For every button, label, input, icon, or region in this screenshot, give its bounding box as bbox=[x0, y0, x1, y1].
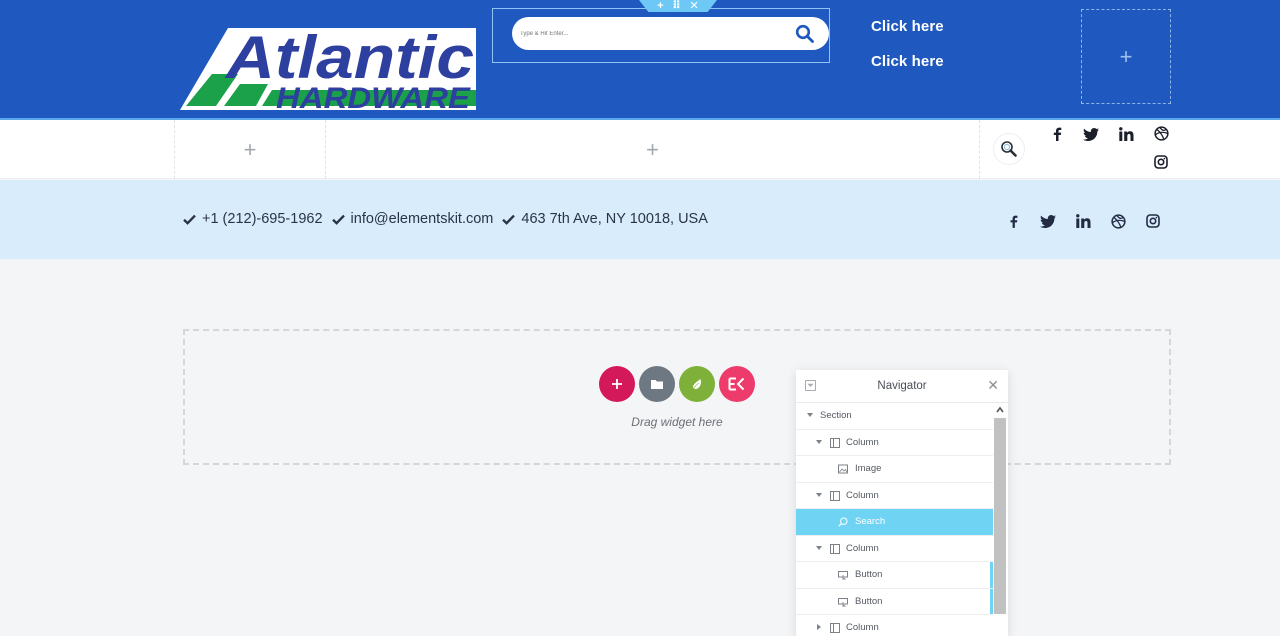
search-icon bbox=[1001, 141, 1017, 157]
facebook-icon[interactable] bbox=[1047, 124, 1067, 144]
navigator-item-column[interactable]: Column bbox=[796, 536, 993, 562]
header-search-box bbox=[512, 17, 829, 50]
close-icon[interactable]: ✕ bbox=[689, 0, 698, 12]
column-icon bbox=[830, 543, 840, 554]
contact-address: 463 7th Ave, NY 10018, USA bbox=[502, 211, 708, 227]
button-icon bbox=[838, 597, 848, 607]
header-link-1[interactable]: Click here bbox=[871, 18, 944, 35]
navigator-item-column[interactable]: Column bbox=[796, 615, 993, 636]
empty-column-placeholder[interactable]: + bbox=[325, 120, 980, 179]
plus-icon[interactable]: + bbox=[646, 138, 659, 161]
column-icon bbox=[830, 490, 840, 501]
check-icon bbox=[331, 214, 345, 225]
image-icon bbox=[838, 464, 848, 474]
navigator-item-label: Column bbox=[846, 489, 879, 501]
section-handle[interactable]: + ⠿ ✕ bbox=[639, 0, 717, 12]
instagram-icon[interactable] bbox=[1151, 152, 1171, 172]
contact-list: +1 (212)-695-1962 info@elementskit.com 4… bbox=[183, 211, 708, 227]
search-toggle-button[interactable] bbox=[994, 134, 1024, 164]
search-icon bbox=[838, 517, 848, 527]
dribbble-icon[interactable] bbox=[1108, 211, 1128, 231]
search-icon[interactable] bbox=[795, 24, 815, 44]
check-icon bbox=[183, 214, 196, 225]
elementskit-icon bbox=[728, 377, 745, 391]
navigator-scrollbar[interactable] bbox=[993, 404, 1007, 636]
envato-elements-button[interactable] bbox=[679, 366, 715, 402]
contact-address-text: 463 7th Ave, NY 10018, USA bbox=[521, 211, 708, 227]
drag-handle-icon[interactable]: ⠿ bbox=[672, 0, 681, 12]
add-template-button[interactable] bbox=[639, 366, 675, 402]
caret-down-icon[interactable] bbox=[816, 545, 822, 550]
logo-wordmark-bottom: HARDWARE bbox=[276, 82, 471, 114]
plus-icon[interactable]: + bbox=[1120, 45, 1133, 68]
social-links-infobar bbox=[1003, 211, 1163, 231]
linkedin-icon[interactable] bbox=[1073, 211, 1093, 231]
elementskit-button[interactable] bbox=[719, 366, 755, 402]
caret-down-icon[interactable] bbox=[816, 492, 822, 497]
social-links-top bbox=[1046, 124, 1176, 174]
navigator-item-button[interactable]: Button bbox=[796, 588, 993, 615]
navigator-item-search[interactable]: Search bbox=[796, 509, 993, 536]
check-icon bbox=[502, 214, 516, 225]
navigator-item-section[interactable]: Section bbox=[796, 403, 993, 430]
caret-right-icon[interactable] bbox=[817, 624, 821, 630]
navigator-item-label: Column bbox=[846, 622, 879, 633]
leaf-icon bbox=[692, 378, 702, 390]
caret-down-icon[interactable] bbox=[807, 413, 813, 417]
scrollbar-thumb[interactable] bbox=[994, 418, 1006, 614]
scroll-up-icon[interactable] bbox=[996, 406, 1004, 414]
dropzone-hint: Drag widget here bbox=[631, 415, 723, 429]
contact-phone-text: +1 (212)-695-1962 bbox=[202, 211, 323, 227]
twitter-icon[interactable] bbox=[1038, 211, 1058, 231]
navigator-item-label: Column bbox=[846, 542, 879, 554]
navigator-tree: Section Column Image Column Search Colum… bbox=[796, 403, 993, 636]
button-icon bbox=[838, 571, 848, 580]
atlantic-hardware-logo[interactable]: Atlantic HARDWARE bbox=[176, 22, 482, 114]
column-icon bbox=[830, 437, 840, 448]
contact-phone: +1 (212)-695-1962 bbox=[183, 211, 323, 227]
column-icon bbox=[830, 623, 840, 633]
navigator-item-column[interactable]: Column bbox=[796, 430, 993, 456]
navigator-item-label: Image bbox=[855, 463, 882, 474]
search-input[interactable] bbox=[520, 25, 770, 42]
linkedin-icon[interactable] bbox=[1116, 124, 1136, 144]
navigator-item-label: Column bbox=[846, 436, 879, 448]
dribbble-icon[interactable] bbox=[1151, 123, 1171, 143]
add-section-tools bbox=[599, 366, 755, 402]
navigator-item-label: Section bbox=[820, 410, 852, 421]
twitter-icon[interactable] bbox=[1081, 124, 1101, 144]
plus-icon[interactable]: + bbox=[244, 138, 257, 161]
add-new-section-button[interactable] bbox=[599, 366, 635, 402]
empty-column-placeholder[interactable]: + bbox=[174, 120, 326, 179]
navigator-item-column[interactable]: Column bbox=[796, 483, 993, 509]
facebook-icon[interactable] bbox=[1003, 211, 1023, 231]
navigator-panel: Navigator ✕ Section Column Image Column … bbox=[796, 370, 1008, 636]
navigator-item-label: Search bbox=[855, 516, 886, 527]
instagram-icon[interactable] bbox=[1143, 211, 1163, 231]
plus-icon bbox=[612, 379, 622, 389]
contact-email: info@elementskit.com bbox=[331, 211, 494, 227]
navigator-item-image[interactable]: Image bbox=[796, 456, 993, 483]
close-icon[interactable]: ✕ bbox=[987, 378, 999, 392]
logo-wordmark-top: Atlantic bbox=[224, 24, 474, 91]
navigator-header[interactable]: Navigator ✕ bbox=[796, 370, 1008, 403]
folder-icon bbox=[651, 380, 663, 389]
plus-icon[interactable]: + bbox=[657, 0, 663, 12]
navigator-title: Navigator bbox=[877, 380, 927, 392]
navigator-item-label: Button bbox=[855, 595, 883, 607]
empty-column-placeholder[interactable]: + bbox=[1081, 9, 1171, 104]
contact-email-text: info@elementskit.com bbox=[350, 211, 494, 227]
navigator-item-label: Button bbox=[855, 569, 883, 580]
navigator-item-button[interactable]: Button bbox=[796, 562, 993, 589]
header-link-2[interactable]: Click here bbox=[871, 53, 944, 70]
caret-down-icon[interactable] bbox=[816, 439, 822, 444]
